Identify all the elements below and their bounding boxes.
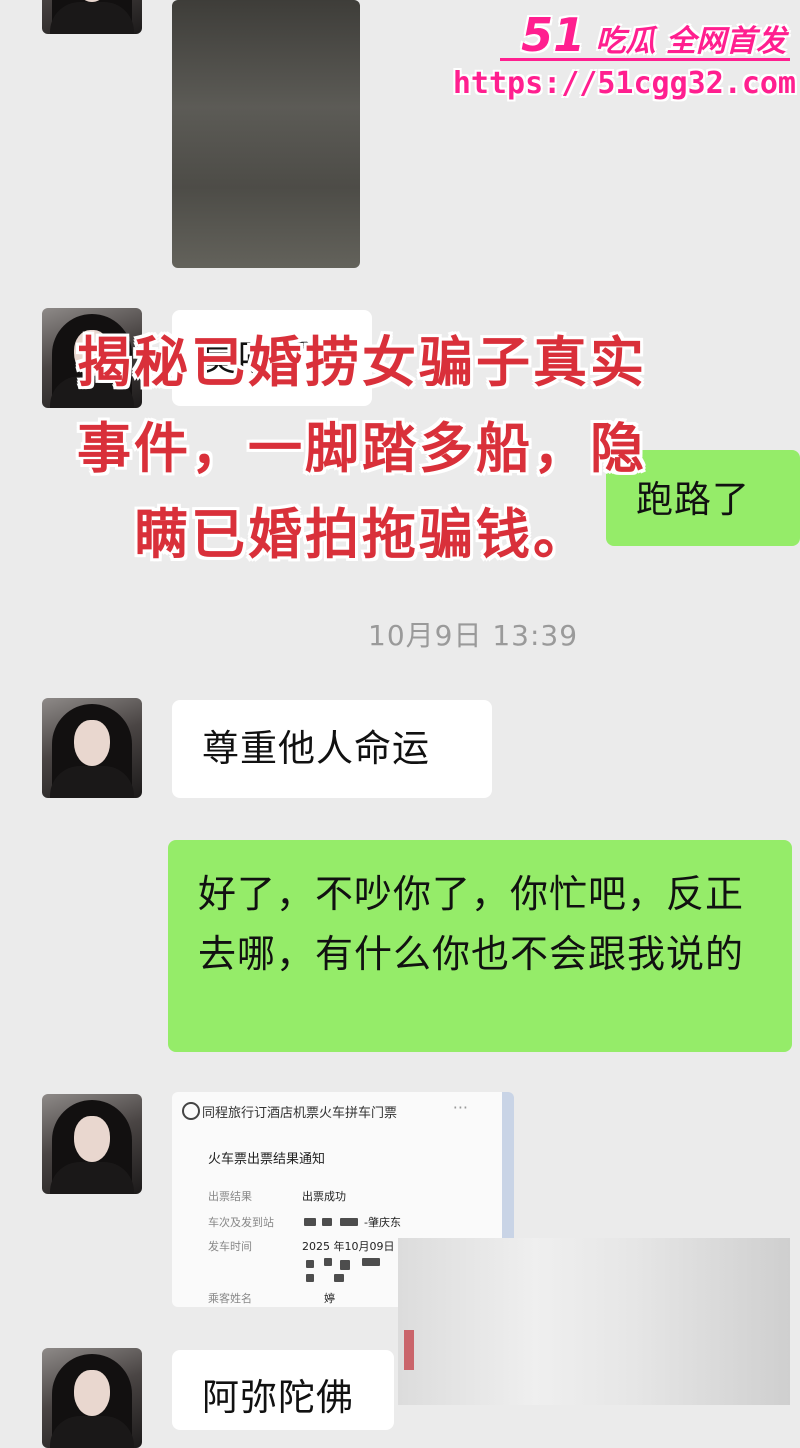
ticket-label: 出票结果 (208, 1190, 252, 1203)
ticket-value: -肇庆东 (364, 1216, 401, 1229)
avatar[interactable] (42, 1094, 142, 1194)
avatar-body (50, 2, 134, 34)
message-bubble-left[interactable]: 阿弥陀佛 (172, 1350, 394, 1430)
watermark-brand: 51 吃瓜 全网首发 (521, 8, 786, 62)
avatar-face (74, 1116, 110, 1162)
watermark-underline (500, 58, 790, 61)
ticket-value: 婷 (324, 1292, 335, 1305)
message-bubble-left[interactable]: 尊重他人命运 (172, 700, 492, 798)
overlay-caption: 揭秘已婚捞女骗子真实事件，一脚踏多船，隐瞒已婚拍拖骗钱。 (77, 331, 647, 566)
tongcheng-logo-icon (182, 1102, 200, 1120)
redaction (340, 1218, 358, 1226)
avatar[interactable] (42, 698, 142, 798)
avatar[interactable] (42, 1348, 142, 1448)
redaction (304, 1218, 316, 1226)
redaction (322, 1218, 332, 1226)
avatar[interactable] (42, 0, 142, 34)
message-text: 阿弥陀佛 (202, 1376, 354, 1419)
redaction (362, 1258, 380, 1266)
ticket-label: 车次及发到站 (208, 1216, 274, 1229)
avatar-face (74, 720, 110, 766)
redaction (340, 1260, 350, 1270)
blurred-image (398, 1238, 790, 1405)
message-text: 尊重他人命运 (202, 727, 430, 770)
ticket-label: 乘客姓名 (208, 1292, 252, 1305)
avatar-body (50, 1416, 134, 1448)
avatar-body (50, 1162, 134, 1194)
ticket-value: 出票成功 (302, 1190, 346, 1203)
redaction (306, 1274, 314, 1282)
message-text: 好了，不吵你了，你忙吧，反正去哪，有什么你也不会跟我说的 (198, 872, 745, 976)
ticket-value: 2025 年10月09日 (302, 1240, 395, 1253)
avatar-body (50, 766, 134, 798)
watermark-text: 吃瓜 全网首发 (595, 24, 786, 59)
redaction (306, 1260, 314, 1268)
watermark-number: 51 (521, 8, 586, 62)
watermark-url: https://51cgg32.com (452, 66, 796, 101)
image-message[interactable] (172, 0, 360, 268)
blurred-mark (404, 1330, 414, 1370)
ticket-label: 发车时间 (208, 1240, 252, 1253)
avatar-face (74, 1370, 110, 1416)
redaction (334, 1274, 344, 1282)
timestamp: 10月9日 13:39 (368, 619, 579, 652)
ticket-title: 火车票出票结果通知 (208, 1152, 326, 1167)
more-icon: ··· (452, 1098, 468, 1117)
redaction (324, 1258, 332, 1266)
message-bubble-right[interactable]: 好了，不吵你了，你忙吧，反正去哪，有什么你也不会跟我说的 (168, 840, 792, 1052)
message-text: 跑路了 (636, 478, 750, 521)
ticket-header: 同程旅行订酒店机票火车拼车门票 (202, 1106, 398, 1121)
